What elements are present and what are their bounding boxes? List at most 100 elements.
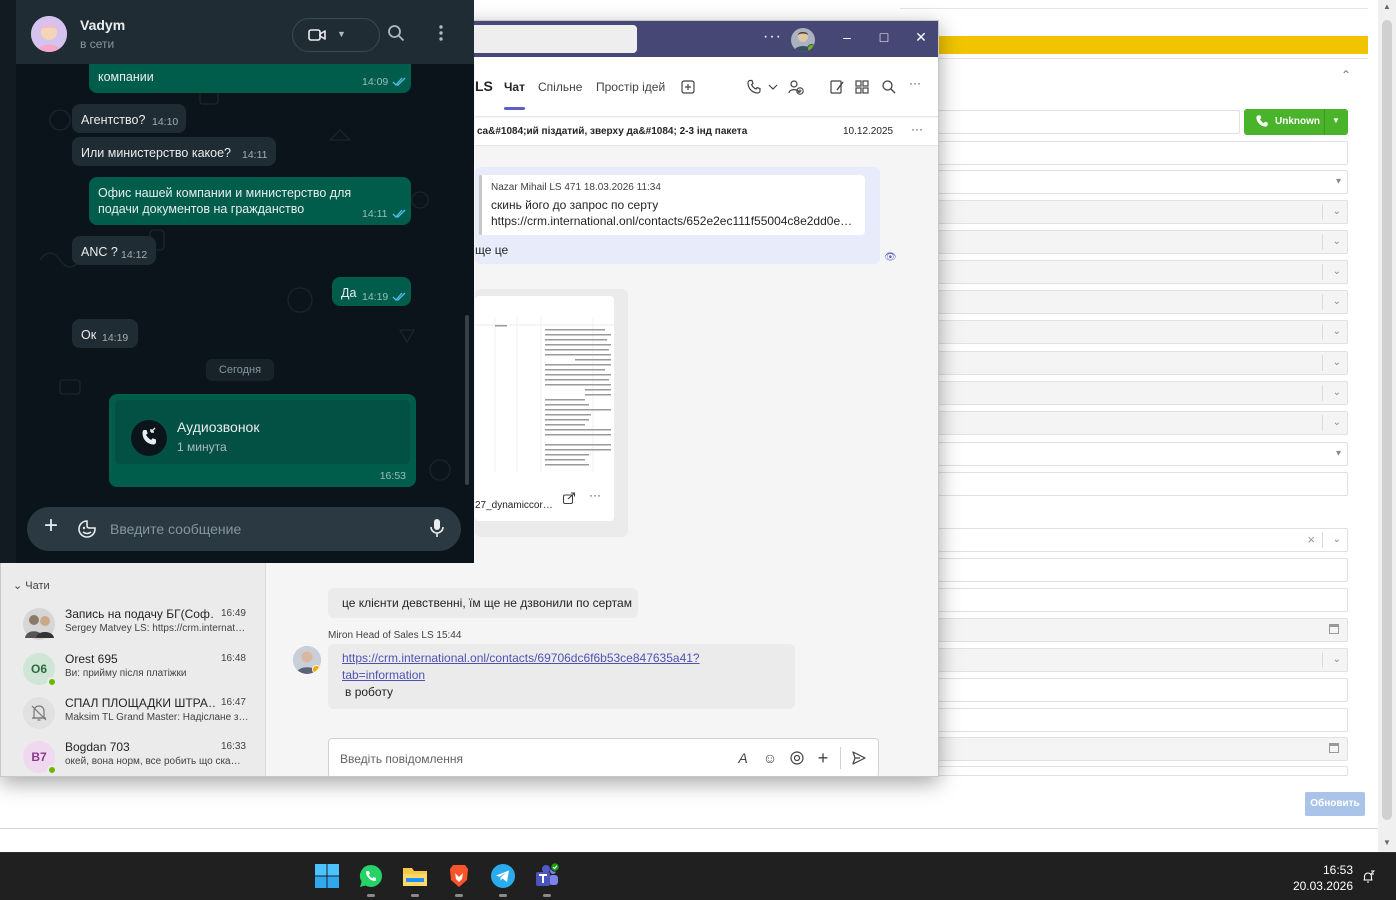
chats-section-header[interactable]: ⌄ Чати bbox=[13, 579, 50, 592]
pinned-message-bar[interactable]: ca&#1084;ий піздатий, зверху да&#1084; 2… bbox=[475, 118, 938, 146]
crm-text-field[interactable] bbox=[938, 708, 1348, 732]
minimize-icon[interactable]: – bbox=[838, 29, 856, 45]
crm-select-field[interactable]: × ⌄ bbox=[938, 528, 1348, 552]
collapse-chevron-icon[interactable]: ⌃ bbox=[1341, 68, 1355, 82]
crm-date-field[interactable] bbox=[938, 737, 1348, 761]
crm-select-field[interactable]: ▾ bbox=[938, 170, 1348, 194]
file-explorer-icon[interactable] bbox=[402, 863, 428, 897]
search-icon[interactable] bbox=[387, 24, 405, 42]
quoted-message[interactable]: Nazar Mihail LS 471 18.03.2026 11:34 ски… bbox=[479, 175, 865, 235]
more-options-icon[interactable]: ··· bbox=[911, 122, 923, 136]
incoming-message[interactable]: Или министерство какое? 14:11 bbox=[72, 137, 276, 166]
message-input[interactable]: + Введите сообщение bbox=[27, 507, 461, 551]
crm-phone-field[interactable] bbox=[938, 110, 1240, 134]
message-link[interactable]: https://crm.international.onl/contacts/6… bbox=[342, 651, 700, 665]
chat-list-item[interactable]: О6 Orest 695 16:48 Ви: прийму після плат… bbox=[23, 650, 248, 690]
crm-text-field[interactable] bbox=[938, 141, 1348, 165]
crm-select-field[interactable]: ⌄ bbox=[938, 230, 1348, 254]
clock-date[interactable]: 20.03.2026 bbox=[1290, 879, 1353, 893]
tab-chat[interactable]: Чат bbox=[504, 80, 525, 94]
microphone-icon[interactable] bbox=[429, 518, 445, 538]
more-options-icon[interactable] bbox=[432, 24, 450, 42]
add-attachment-icon[interactable]: + bbox=[815, 749, 831, 767]
video-call-button[interactable]: ▼ bbox=[292, 18, 380, 52]
scrollbar-thumb[interactable] bbox=[1382, 20, 1392, 820]
more-options-icon[interactable]: ··· bbox=[763, 28, 782, 46]
crm-select-field[interactable]: ⌄ bbox=[938, 381, 1348, 405]
crm-select-field[interactable]: ⌄ bbox=[938, 648, 1348, 672]
search-icon[interactable] bbox=[880, 78, 898, 96]
outgoing-message[interactable]: Офис нашей компании и министерство для п… bbox=[89, 177, 411, 225]
message-link[interactable]: tab=information bbox=[342, 668, 425, 682]
incoming-message[interactable]: Ок 14:19 bbox=[72, 319, 138, 348]
telegram-icon[interactable] bbox=[490, 863, 516, 897]
brave-browser-icon[interactable] bbox=[446, 863, 472, 897]
format-icon[interactable]: A bbox=[735, 750, 751, 766]
crm-text-field[interactable] bbox=[938, 678, 1348, 702]
incoming-message[interactable]: Агентство? 14:10 bbox=[72, 104, 186, 133]
user-avatar-icon bbox=[31, 16, 67, 52]
chat-list-item[interactable]: СПАЛ ПЛОЩАДКИ ШТРА… 16:47 Maksim TL Gran… bbox=[23, 694, 248, 734]
sticker-emoji-icon[interactable] bbox=[77, 519, 97, 539]
edit-note-icon[interactable] bbox=[828, 78, 846, 96]
maximize-icon[interactable]: □ bbox=[875, 29, 893, 45]
send-icon[interactable] bbox=[851, 750, 867, 766]
notification-bell-icon[interactable] bbox=[1361, 870, 1375, 884]
outgoing-message[interactable]: компании 14:09 bbox=[89, 64, 411, 93]
crm-select-field[interactable]: ⌄ bbox=[938, 411, 1348, 435]
crm-text-field[interactable] bbox=[938, 558, 1348, 582]
crm-text-field[interactable] bbox=[938, 766, 1348, 776]
avatar[interactable] bbox=[31, 16, 67, 52]
clear-icon[interactable]: × bbox=[1307, 532, 1315, 547]
avatar[interactable] bbox=[293, 646, 321, 674]
crm-select-field[interactable]: ⌄ bbox=[938, 290, 1348, 314]
more-options-icon[interactable]: ··· bbox=[909, 76, 927, 94]
profile-avatar[interactable] bbox=[791, 28, 815, 52]
presence-available-icon bbox=[807, 44, 815, 52]
scroll-up-icon[interactable]: ▲ bbox=[1381, 2, 1393, 11]
apps-icon[interactable] bbox=[853, 78, 871, 96]
add-people-icon[interactable] bbox=[787, 78, 805, 96]
share-icon[interactable] bbox=[562, 491, 576, 505]
call-icon[interactable] bbox=[745, 78, 763, 96]
scrollbar[interactable] bbox=[465, 315, 469, 485]
message-bubble[interactable]: https://crm.international.onl/contacts/6… bbox=[328, 644, 795, 709]
clock-time[interactable]: 16:53 bbox=[1300, 863, 1353, 877]
attach-plus-icon[interactable]: + bbox=[41, 514, 61, 538]
call-log-message[interactable]: Аудиозвонок 1 минута 16:53 bbox=[109, 394, 416, 487]
close-icon[interactable]: ✕ bbox=[912, 29, 930, 46]
crm-select-field[interactable]: ⌄ bbox=[938, 260, 1348, 284]
windows-start-icon[interactable] bbox=[314, 863, 340, 889]
crm-select-field[interactable]: ▾ bbox=[938, 442, 1348, 466]
crm-select-field[interactable]: ⌄ bbox=[938, 200, 1348, 224]
chevron-down-icon[interactable] bbox=[767, 78, 779, 96]
outgoing-message[interactable]: Да 14:19 bbox=[332, 277, 411, 306]
chat-header[interactable]: Vadym в сети ▼ bbox=[16, 0, 474, 64]
call-card[interactable]: Аудиозвонок 1 минута bbox=[115, 400, 410, 464]
chat-list-item[interactable]: B7 Bogdan 703 16:33 окей, вона норм, все… bbox=[23, 738, 248, 776]
chevron-down-icon[interactable]: ▼ bbox=[1332, 116, 1340, 125]
tab-idea-space[interactable]: Простір ідей bbox=[596, 80, 665, 94]
teams-compose-box[interactable]: Введіть повідомлення A ☺ + bbox=[328, 738, 879, 776]
whatsapp-icon[interactable] bbox=[358, 863, 384, 897]
crm-date-field[interactable] bbox=[938, 618, 1348, 642]
crm-select-field[interactable]: ⌄ bbox=[938, 351, 1348, 375]
call-unknown-button[interactable]: Unknown ▼ bbox=[1244, 109, 1348, 135]
chat-list-item[interactable]: Запись на подачу БГ(Соф… 16:49 Sergey Ma… bbox=[23, 605, 248, 645]
file-name[interactable]: 27_dynamiccor… bbox=[475, 500, 553, 511]
scroll-down-icon[interactable]: ▼ bbox=[1381, 838, 1393, 847]
more-options-icon[interactable]: ··· bbox=[589, 488, 601, 502]
incoming-message[interactable]: ANC ? 14:12 bbox=[72, 236, 156, 265]
loop-icon[interactable] bbox=[789, 750, 805, 766]
chevron-down-icon: ⌄ bbox=[1332, 357, 1341, 368]
teams-icon[interactable] bbox=[534, 862, 560, 897]
tab-shared[interactable]: Спільне bbox=[538, 80, 582, 94]
message-text: ще це bbox=[475, 243, 509, 257]
crm-text-field[interactable] bbox=[938, 588, 1348, 612]
update-button[interactable]: Обновить bbox=[1305, 792, 1365, 816]
emoji-icon[interactable]: ☺ bbox=[762, 750, 778, 766]
message-bubble[interactable]: це клієнти девственні, їм ще не дзвонили… bbox=[328, 588, 638, 618]
crm-select-field[interactable]: ⌄ bbox=[938, 320, 1348, 344]
add-tab-icon[interactable] bbox=[679, 78, 697, 96]
crm-text-field[interactable] bbox=[938, 472, 1348, 496]
